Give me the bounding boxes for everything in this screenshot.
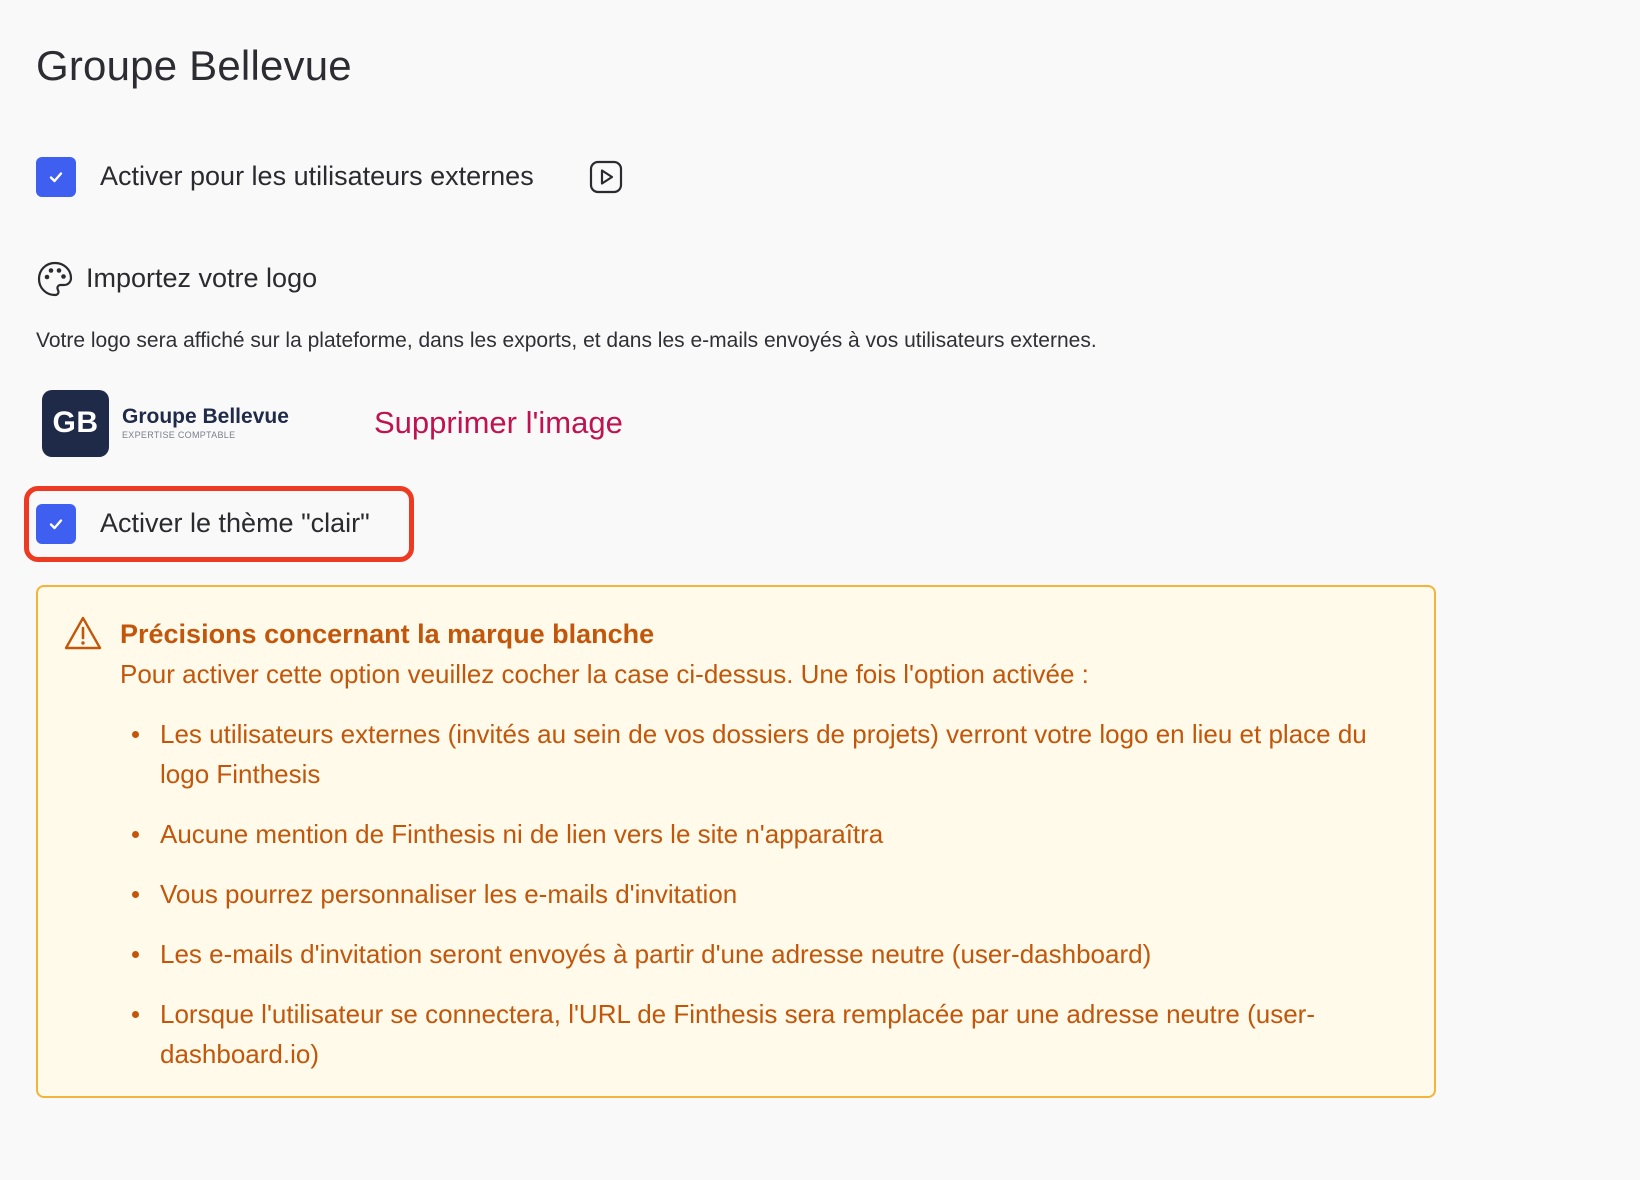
warning-title: Précisions concernant la marque blanche	[120, 619, 655, 649]
play-video-icon[interactable]	[589, 160, 623, 194]
light-theme-checkbox[interactable]	[36, 504, 76, 544]
list-item: Les utilisateurs externes (invités au se…	[120, 714, 1400, 794]
page-title: Groupe Bellevue	[36, 42, 352, 89]
list-item: Vous pourrez personnaliser les e-mails d…	[120, 874, 1400, 914]
palette-icon	[37, 261, 73, 297]
uploaded-logo: GB Groupe Bellevue EXPERTISE COMPTABLE	[42, 389, 289, 457]
logo-section-title: Importez votre logo	[86, 263, 318, 293]
check-icon	[49, 519, 63, 530]
light-theme-label[interactable]: Activer le thème "clair"	[100, 508, 370, 539]
list-item: Aucune mention de Finthesis ni de lien v…	[120, 814, 1400, 854]
list-item: Les e-mails d'invitation seront envoyés …	[120, 934, 1400, 974]
white-label-warning: Précisions concernant la marque blanche …	[36, 585, 1436, 1098]
external-users-checkbox[interactable]	[36, 157, 76, 197]
logo-tagline: EXPERTISE COMPTABLE	[122, 430, 236, 440]
external-users-label[interactable]: Activer pour les utilisateurs externes	[100, 161, 534, 192]
logo-mark: GB	[42, 389, 109, 457]
warning-triangle-icon	[64, 616, 102, 650]
logo-section-description: Votre logo sera affiché sur la plateform…	[36, 329, 1097, 352]
delete-image-link[interactable]: Supprimer l'image	[374, 405, 623, 441]
check-icon	[49, 172, 63, 183]
warning-list: Les utilisateurs externes (invités au se…	[120, 714, 1400, 1094]
logo-name: Groupe Bellevue	[122, 405, 289, 428]
list-item: Lorsque l'utilisateur se connectera, l'U…	[120, 994, 1400, 1074]
warning-intro: Pour activer cette option veuillez coche…	[120, 659, 1089, 689]
white-label-settings-page: Groupe Bellevue Activer pour les utilisa…	[0, 0, 1640, 1180]
logo-wordmark: Groupe Bellevue EXPERTISE COMPTABLE	[122, 405, 289, 441]
